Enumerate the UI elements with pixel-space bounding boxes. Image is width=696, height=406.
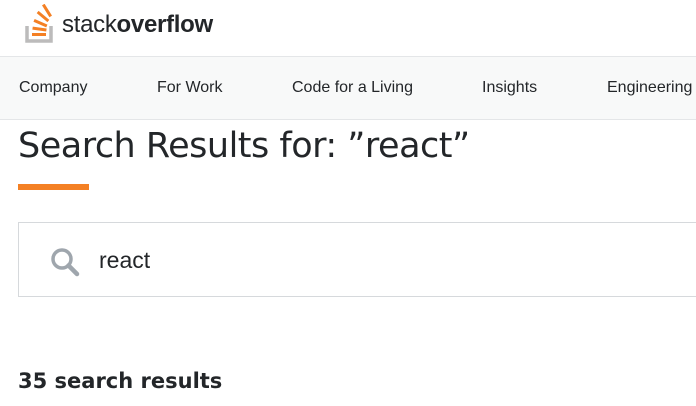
search-input[interactable] [99, 241, 659, 279]
nav-item-for-work[interactable]: For Work [157, 57, 222, 119]
logo-text-stack: stack [62, 11, 117, 38]
stack-overflow-logo-icon [25, 4, 53, 43]
search-icon [51, 248, 80, 277]
logo-text-overflow: overflow [116, 11, 214, 38]
page-title: Search Results for: ”react” [18, 126, 470, 166]
results-count: 35 search results [18, 369, 223, 393]
logo-wordmark: stackoverflow [62, 11, 213, 37]
search-box [18, 222, 696, 297]
top-navigation: Company For Work Code for a Living Insig… [0, 56, 696, 120]
stack-overflow-logo[interactable]: stackoverflow [24, 4, 213, 44]
nav-item-code-for-a-living[interactable]: Code for a Living [292, 57, 413, 119]
site-header: stackoverflow [0, 0, 696, 56]
nav-item-company[interactable]: Company [19, 57, 87, 119]
nav-item-insights[interactable]: Insights [482, 57, 537, 119]
title-accent-bar [18, 184, 89, 190]
nav-item-engineering[interactable]: Engineering [607, 57, 692, 119]
